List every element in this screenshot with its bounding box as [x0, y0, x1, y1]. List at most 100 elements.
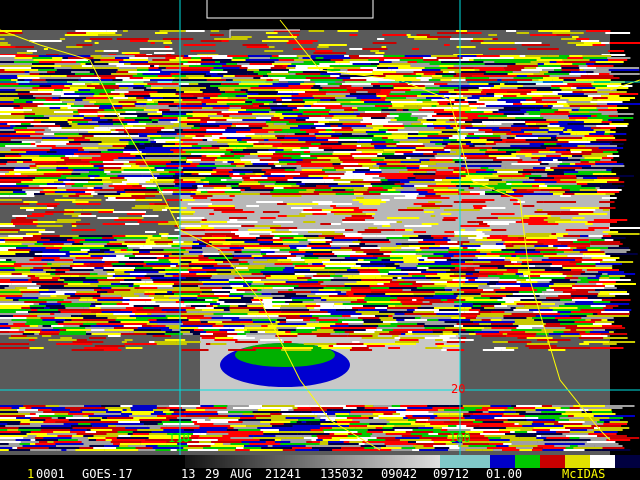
noise-segment — [0, 103, 14, 105]
noise-segment — [262, 245, 289, 247]
noise-segment — [109, 253, 133, 255]
noise-segment — [0, 193, 27, 195]
noise-segment — [341, 127, 352, 129]
noise-segment — [212, 235, 226, 237]
noise-segment — [368, 227, 378, 229]
noise-segment — [257, 151, 276, 153]
noise-segment — [320, 305, 334, 307]
noise-segment — [501, 165, 535, 167]
noise-segment — [121, 295, 140, 297]
noise-segment — [0, 91, 30, 93]
noise-segment — [242, 323, 269, 325]
noise-segment — [335, 413, 350, 415]
noise-segment — [16, 87, 33, 89]
noise-segment — [589, 239, 605, 241]
noise-segment — [270, 413, 282, 415]
noise-segment — [351, 85, 373, 87]
noise-segment — [464, 307, 472, 309]
noise-segment — [607, 97, 636, 99]
noise-segment — [492, 341, 508, 343]
noise-segment — [587, 73, 599, 75]
noise-segment — [0, 67, 32, 69]
noise-segment — [265, 121, 289, 123]
noise-segment — [354, 265, 361, 267]
noise-segment — [548, 71, 571, 73]
noise-segment — [461, 153, 485, 155]
noise-segment — [0, 223, 14, 225]
noise-segment — [0, 257, 34, 259]
noise-segment — [13, 61, 39, 63]
noise-segment — [560, 97, 593, 99]
noise-segment — [428, 79, 441, 81]
noise-segment — [100, 155, 125, 157]
noise-segment — [469, 435, 485, 437]
noise-segment — [450, 239, 476, 241]
noise-segment — [0, 117, 25, 119]
noise-segment — [114, 269, 135, 271]
noise-segment — [503, 113, 525, 115]
noise-segment — [320, 309, 336, 311]
noise-segment — [321, 295, 329, 297]
noise-segment — [0, 305, 30, 307]
noise-segment — [266, 123, 274, 125]
noise-segment — [0, 73, 30, 75]
noise-segment — [37, 117, 50, 119]
noise-segment — [459, 127, 466, 129]
noise-segment — [340, 261, 371, 263]
noise-segment — [104, 109, 130, 111]
noise-segment — [18, 427, 45, 429]
noise-segment — [362, 48, 388, 50]
noise-segment — [295, 265, 326, 267]
noise-segment — [29, 325, 39, 327]
noise-segment — [47, 183, 66, 185]
noise-segment — [36, 169, 57, 171]
noise-segment — [38, 325, 43, 327]
noise-segment — [102, 161, 130, 163]
noise-segment — [547, 185, 582, 187]
noise-segment — [27, 175, 61, 177]
noise-segment — [171, 253, 184, 255]
noise-segment — [252, 437, 286, 439]
noise-segment — [344, 331, 354, 333]
noise-segment — [161, 69, 182, 71]
noise-segment — [330, 99, 337, 101]
noise-segment — [294, 169, 302, 171]
noise-segment — [87, 187, 94, 189]
noise-segment — [198, 259, 215, 261]
noise-segment — [313, 191, 345, 193]
noise-segment — [294, 405, 310, 407]
noise-segment — [490, 405, 512, 407]
noise-segment — [303, 209, 322, 211]
noise-segment — [369, 285, 375, 287]
noise-segment — [99, 125, 125, 127]
noise-segment — [318, 131, 335, 133]
noise-segment — [181, 213, 194, 215]
noise-segment — [480, 433, 506, 435]
noise-segment — [535, 171, 564, 173]
noise-segment — [97, 285, 129, 287]
noise-segment — [75, 257, 103, 259]
noise-segment — [589, 331, 610, 333]
noise-segment — [206, 149, 227, 151]
noise-segment — [122, 105, 136, 107]
noise-segment — [281, 103, 304, 105]
noise-segment — [32, 63, 55, 65]
noise-segment — [303, 235, 319, 237]
noise-segment — [34, 193, 45, 195]
noise-segment — [237, 333, 246, 335]
noise-segment — [255, 173, 265, 175]
noise-segment — [559, 55, 570, 57]
noise-segment — [512, 437, 520, 439]
noise-segment — [343, 59, 369, 61]
noise-segment — [567, 255, 585, 257]
noise-segment — [596, 191, 620, 193]
noise-segment — [149, 321, 182, 323]
noise-segment — [66, 75, 89, 77]
noise-segment — [375, 52, 385, 54]
noise-segment — [272, 145, 307, 147]
noise-segment — [399, 141, 431, 143]
noise-segment — [203, 93, 222, 95]
noise-segment — [229, 113, 253, 115]
noise-segment — [496, 425, 518, 427]
noise-segment — [113, 97, 128, 99]
